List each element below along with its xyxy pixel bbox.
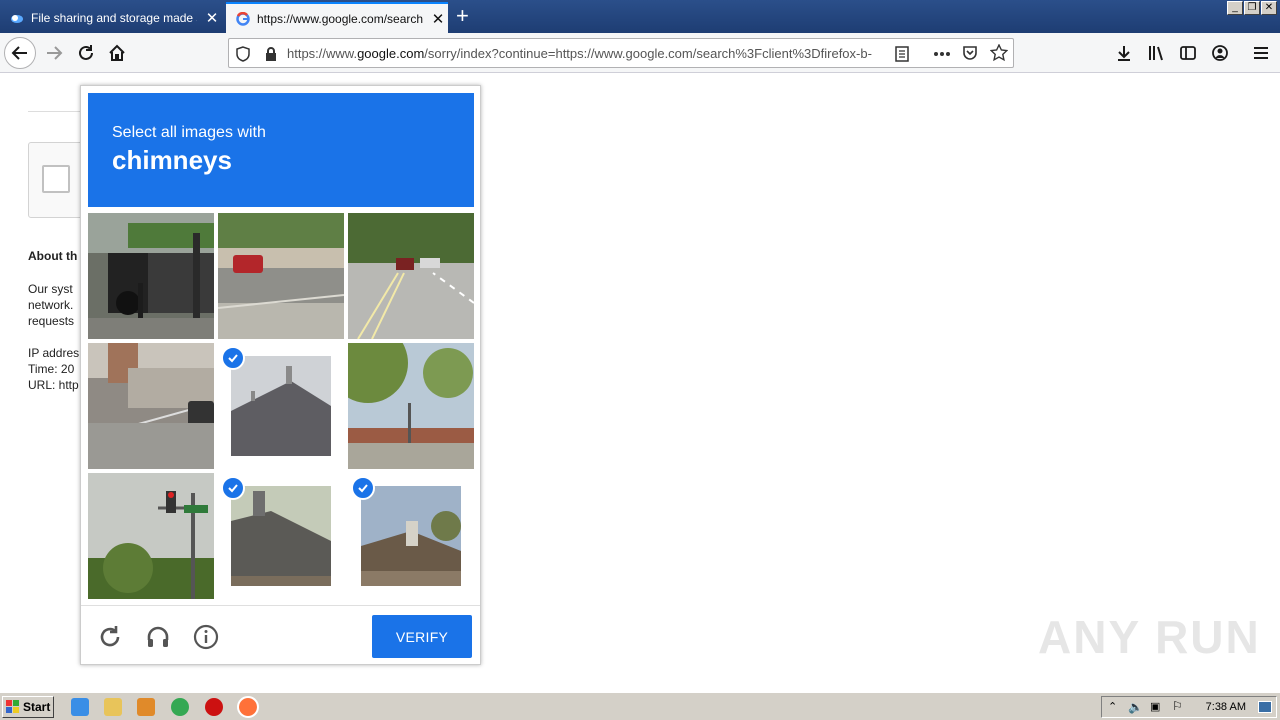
library-icon[interactable] [1140, 37, 1172, 69]
divider [28, 111, 88, 112]
windows-taskbar: Start ⌃ 🔈 ▣ ⚐ 7:38 AM [0, 692, 1280, 720]
captcha-tile[interactable] [218, 213, 344, 339]
captcha-tile-selected[interactable] [218, 343, 344, 469]
reload-icon[interactable] [70, 37, 102, 69]
new-tab-icon[interactable]: + [456, 4, 469, 28]
captcha-tile-selected[interactable] [348, 473, 474, 599]
flag-icon[interactable]: ⚐ [1172, 699, 1183, 713]
back-icon[interactable] [4, 37, 36, 69]
about-heading: About th [28, 249, 78, 263]
tab-title: File sharing and storage made sim [31, 10, 197, 25]
volume-icon[interactable]: 🔈 [1128, 700, 1143, 714]
paragraph-line: Our syst [28, 282, 73, 296]
audio-challenge-icon[interactable] [143, 622, 173, 652]
captcha-challenge: Select all images with chimneys VERIFY [80, 85, 481, 665]
close-tab-icon[interactable]: ✕ [431, 10, 445, 28]
paragraph-line: network. [28, 298, 74, 312]
ip-address-line: IP addres [28, 346, 80, 360]
close-tab-icon[interactable]: ✕ [205, 9, 219, 27]
url-line: URL: http [28, 378, 79, 392]
time-line: Time: 20 [28, 362, 75, 376]
shield-icon[interactable] [236, 46, 250, 62]
captcha-tile[interactable] [88, 473, 214, 599]
explorer-icon[interactable] [104, 698, 122, 716]
show-hidden-icons-icon[interactable]: ⌃ [1108, 700, 1117, 713]
captcha-tile[interactable] [348, 213, 474, 339]
ie-icon[interactable] [71, 698, 89, 716]
page-details: IP addres Time: 20 URL: http [28, 345, 79, 393]
media-player-icon[interactable] [137, 698, 155, 716]
tile-image-house-chimney [361, 486, 461, 586]
chrome-icon[interactable] [171, 698, 189, 716]
tile-image-red-car [218, 213, 344, 339]
recaptcha-widget [28, 142, 88, 218]
tile-image-trees [348, 343, 474, 469]
tab-file-sharing[interactable]: File sharing and storage made sim ✕ [0, 2, 222, 33]
restore-button[interactable]: ❐ [1244, 1, 1260, 15]
footer-divider [81, 605, 480, 606]
firefox-icon[interactable] [237, 696, 259, 718]
target-object: chimneys [112, 145, 232, 175]
captcha-tile[interactable] [88, 213, 214, 339]
url-domain: google.com [357, 46, 425, 61]
tile-image-roof-vent [231, 356, 331, 456]
clock[interactable]: 7:38 AM [1206, 701, 1246, 713]
minimize-button[interactable]: _ [1227, 1, 1243, 15]
captcha-tile[interactable] [348, 343, 474, 469]
tile-image-overpass [88, 343, 214, 469]
tile-image-roof-chimney [231, 486, 331, 586]
url-prefix: https://www. [287, 46, 358, 61]
anyrun-watermark: ANY RUN [1038, 611, 1261, 663]
home-icon[interactable] [101, 37, 133, 69]
reader-view-icon[interactable] [895, 46, 909, 62]
window-controls: _ ❐ ✕ [1227, 1, 1277, 15]
selected-check-icon [221, 476, 245, 500]
reload-challenge-icon[interactable] [95, 622, 125, 652]
address-bar[interactable]: https://www.google.com/sorry/index?conti… [228, 38, 1014, 68]
pocket-icon[interactable] [962, 45, 978, 61]
verify-button[interactable]: VERIFY [372, 615, 472, 658]
start-label: Start [23, 700, 51, 714]
selected-check-icon [221, 346, 245, 370]
selected-check-icon [351, 476, 375, 500]
system-tray: ⌃ 🔈 ▣ ⚐ 7:38 AM [1101, 696, 1277, 718]
captcha-tile-selected[interactable] [218, 473, 344, 599]
cloud-icon [11, 14, 23, 23]
captcha-prompt: Select all images with chimneys [88, 93, 474, 207]
close-window-button[interactable]: ✕ [1261, 1, 1277, 15]
paragraph-line: requests [28, 314, 75, 328]
tile-image-traffic-light [88, 473, 214, 599]
tile-image-motorcycle [88, 213, 214, 339]
instruction-text: Select all images with [112, 124, 266, 141]
bookmark-star-icon[interactable] [990, 44, 1008, 62]
google-icon [236, 11, 250, 26]
download-icon[interactable] [1108, 37, 1140, 69]
tab-google-search[interactable]: https://www.google.com/search?cl ✕ [226, 2, 448, 33]
sidebar-icon[interactable] [1172, 37, 1204, 69]
tile-image-highway [348, 213, 474, 339]
opera-icon[interactable] [205, 698, 223, 716]
url-path: /sorry/index?continue=https://www.google… [424, 46, 872, 61]
url-text: https://www.google.com/sorry/index?conti… [287, 46, 887, 61]
browser-tab-bar: File sharing and storage made sim ✕ http… [0, 0, 1280, 33]
more-actions-icon[interactable] [933, 51, 951, 57]
tab-title: https://www.google.com/search?cl [257, 11, 423, 26]
account-icon[interactable] [1204, 37, 1236, 69]
menu-icon[interactable] [1245, 37, 1277, 69]
show-desktop-icon[interactable] [1258, 701, 1272, 713]
page-paragraph: Our syst network. requests [28, 281, 74, 329]
start-button[interactable]: Start [2, 696, 54, 718]
info-icon[interactable] [191, 622, 221, 652]
forward-icon[interactable] [38, 37, 70, 69]
windows-logo-icon [6, 700, 19, 713]
recaptcha-checkbox[interactable] [42, 165, 70, 193]
network-icon[interactable]: ▣ [1150, 700, 1160, 713]
navigation-toolbar: https://www.google.com/sorry/index?conti… [0, 33, 1280, 73]
lock-icon[interactable] [264, 46, 278, 62]
captcha-tile[interactable] [88, 343, 214, 469]
